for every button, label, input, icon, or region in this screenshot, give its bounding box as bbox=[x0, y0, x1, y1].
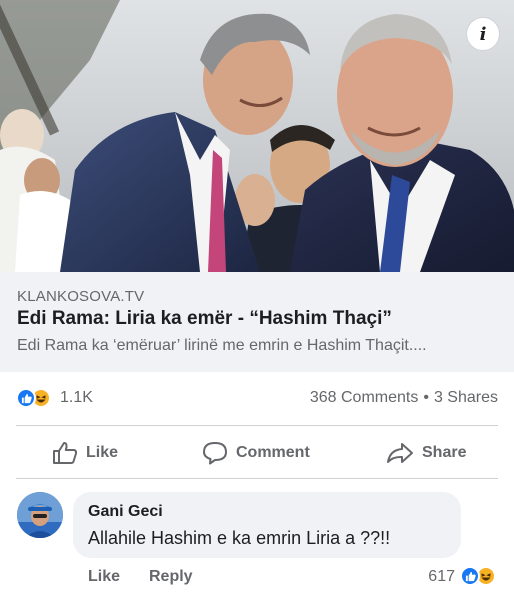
link-description: Edi Rama ka ‘emëruar’ lirinë me emrin e … bbox=[17, 337, 427, 354]
photo-illustration bbox=[0, 0, 514, 272]
link-headline: Edi Rama: Liria ka emër - “Hashim Thaçi” bbox=[17, 308, 392, 329]
comment-reply-button[interactable]: Reply bbox=[149, 568, 193, 586]
comment-label: Comment bbox=[236, 444, 310, 461]
link-domain: KLANKOSOVA.TV bbox=[17, 288, 145, 305]
share-button[interactable]: Share bbox=[386, 430, 466, 476]
post-action-bar: Like Comment Share bbox=[0, 430, 514, 476]
info-button[interactable]: i bbox=[466, 17, 500, 51]
divider bbox=[16, 478, 498, 479]
thumbs-up-icon bbox=[53, 442, 78, 464]
comment-like-button[interactable]: Like bbox=[88, 568, 120, 586]
comment-reaction-icons[interactable] bbox=[458, 566, 500, 586]
reaction-icons[interactable] bbox=[16, 388, 56, 408]
avatar[interactable] bbox=[17, 492, 63, 538]
comment-item: Gani Geci Allahile Hashim e ka emrin Lir… bbox=[0, 486, 514, 600]
like-icon bbox=[16, 388, 36, 408]
engagement-stats: 1.1K 368 Comments • 3 Shares bbox=[0, 372, 514, 422]
share-arrow-icon bbox=[387, 443, 413, 463]
divider bbox=[16, 425, 498, 426]
comment-reactions-count[interactable]: 617 bbox=[428, 568, 455, 586]
shares-count[interactable]: 3 Shares bbox=[434, 389, 498, 406]
comments-count[interactable]: 368 Comments bbox=[310, 389, 419, 406]
comment-bubble-icon bbox=[203, 442, 227, 465]
comment-button[interactable]: Comment bbox=[202, 430, 310, 476]
separator-dot: • bbox=[423, 389, 429, 406]
comment-text: Allahile Hashim e ka emrin Liria a ??!! bbox=[88, 528, 391, 548]
like-icon bbox=[460, 566, 480, 586]
comment-share-counts: 368 Comments • 3 Shares bbox=[310, 389, 498, 407]
comment-bubble: Gani Geci Allahile Hashim e ka emrin Lir… bbox=[73, 492, 461, 558]
share-label: Share bbox=[422, 444, 467, 461]
reactions-count[interactable]: 1.1K bbox=[60, 389, 93, 407]
link-preview-image[interactable]: i bbox=[0, 0, 514, 272]
link-preview[interactable]: KLANKOSOVA.TV Edi Rama: Liria ka emër - … bbox=[0, 272, 514, 372]
like-label: Like bbox=[86, 444, 119, 461]
comment-author[interactable]: Gani Geci bbox=[88, 503, 163, 521]
like-button[interactable]: Like bbox=[52, 430, 118, 476]
